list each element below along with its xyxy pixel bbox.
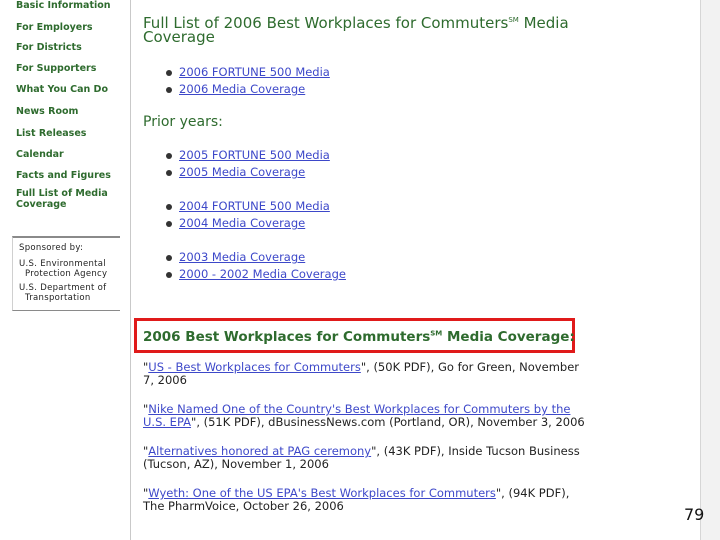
page-title-line2: Coverage (143, 28, 215, 46)
link-2004-fortune-500-media[interactable]: 2004 FORTUNE 500 Media (179, 199, 330, 213)
link-2003-media-coverage[interactable]: 2003 Media Coverage (179, 250, 305, 264)
link-2006-media-coverage[interactable]: 2006 Media Coverage (179, 82, 305, 96)
link-2004-media-coverage[interactable]: 2004 Media Coverage (179, 216, 305, 230)
bullet-icon (166, 272, 172, 278)
bullet-icon (166, 204, 172, 210)
bullet-icon (166, 221, 172, 227)
bullet-icon (166, 255, 172, 261)
link-2000-2002-media-coverage[interactable]: 2000 - 2002 Media Coverage (179, 267, 346, 281)
coverage-entry: "Wyeth: One of the US EPA's Best Workpla… (143, 486, 570, 513)
bullet-icon (166, 170, 172, 176)
bullet-icon (166, 153, 172, 159)
link-2006-fortune-500-media[interactable]: 2006 FORTUNE 500 Media (179, 65, 330, 79)
bullet-icon (166, 70, 172, 76)
coverage-entry: "US - Best Workplaces for Commuters", (5… (143, 360, 579, 387)
link-2005-fortune-500-media[interactable]: 2005 FORTUNE 500 Media (179, 148, 330, 162)
coverage-entry: "Alternatives honored at PAG ceremony", … (143, 444, 580, 471)
section-heading: 2006 Best Workplaces for CommutersSM Med… (143, 329, 575, 345)
prior-years-heading: Prior years: (143, 114, 223, 130)
bullet-icon (166, 87, 172, 93)
main-content: Full List of 2006 Best Workplaces for Co… (0, 0, 700, 540)
link-2005-media-coverage[interactable]: 2005 Media Coverage (179, 165, 305, 179)
slide-page-number: 79 (684, 505, 705, 524)
vertical-scrollbar[interactable] (700, 0, 720, 540)
coverage-entry: "Nike Named One of the Country's Best Wo… (143, 402, 585, 429)
